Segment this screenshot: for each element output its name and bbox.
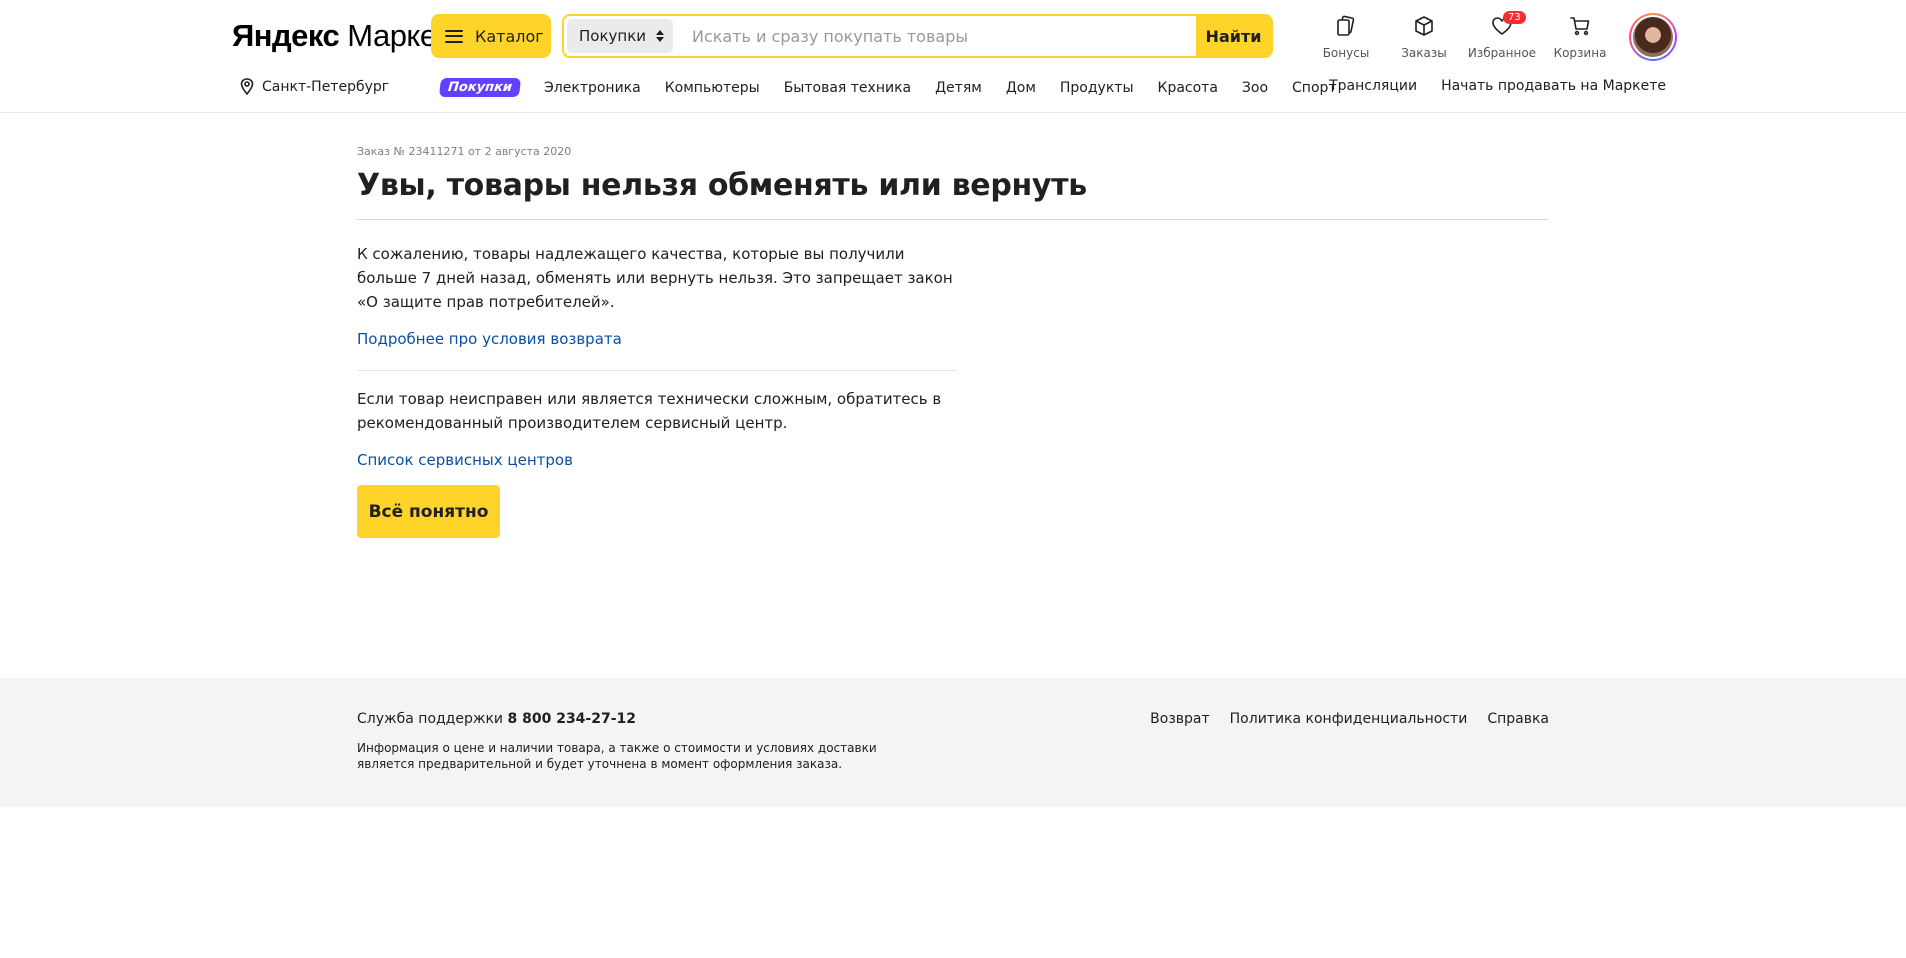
nav-links: Покупки Электроника Компьютеры Бытовая т…	[439, 78, 1361, 97]
search-input[interactable]	[676, 16, 1196, 56]
main-content: Заказ № 23411271 от 2 августа 2020 Увы, …	[357, 145, 1549, 538]
bonus-icon	[1337, 15, 1355, 36]
price-disclaimer: Информация о цене и наличии товара, а та…	[357, 741, 877, 771]
support-label: Служба поддержки	[357, 711, 504, 727]
cart-label: Корзина	[1553, 46, 1607, 60]
search-scope-select[interactable]: Покупки	[567, 19, 673, 53]
footer: Служба поддержки 8 800 234-27-12 Информа…	[0, 678, 1906, 807]
logo-part1: Яндекс	[232, 18, 340, 53]
support-line: Служба поддержки 8 800 234-27-12	[357, 711, 636, 727]
catalog-button[interactable]: Каталог	[431, 14, 551, 58]
divider	[357, 219, 1549, 220]
catalog-label: Каталог	[475, 26, 544, 46]
support-phone[interactable]: 8 800 234-27-12	[507, 711, 636, 727]
nav-item[interactable]: Зоо	[1242, 80, 1268, 96]
footer-link-return[interactable]: Возврат	[1150, 711, 1210, 727]
bonuses-link[interactable]: Бонусы	[1307, 14, 1385, 60]
favorites-link[interactable]: 73 Избранное	[1463, 11, 1541, 60]
cart-icon	[1570, 17, 1590, 36]
return-conditions-link[interactable]: Подробнее про условия возврата	[357, 330, 622, 348]
category-nav: Санкт-Петербург Покупки Электроника Комп…	[0, 78, 1906, 102]
nav-sell-link[interactable]: Начать продавать на Маркете	[1441, 78, 1666, 94]
nav-item[interactable]: Продукты	[1060, 80, 1134, 96]
bonuses-label: Бонусы	[1322, 46, 1370, 60]
city-label: Санкт-Петербург	[262, 78, 390, 95]
user-avatar[interactable]	[1629, 13, 1677, 61]
orders-label: Заказы	[1401, 46, 1447, 60]
nav-broadcasts-link[interactable]: Трансляции	[1329, 78, 1417, 94]
order-meta: Заказ № 23411271 от 2 августа 2020	[357, 145, 572, 158]
favorites-count-badge: 73	[1503, 11, 1526, 24]
nav-item[interactable]: Электроника	[544, 80, 641, 96]
footer-link-privacy[interactable]: Политика конфиденциальности	[1230, 711, 1468, 727]
nav-pill-purchases[interactable]: Покупки	[439, 78, 522, 97]
header: Яндекс Маркет Каталог Покупки Найти Бону…	[0, 0, 1906, 113]
header-icons: Бонусы Заказы 73 Избранное Корзина	[1307, 11, 1619, 60]
divider	[357, 370, 957, 371]
footer-link-help[interactable]: Справка	[1487, 711, 1549, 727]
got-it-button[interactable]: Всё понятно	[357, 485, 500, 538]
nav-item[interactable]: Компьютеры	[665, 80, 760, 96]
return-denied-text: К сожалению, товары надлежащего качества…	[357, 245, 953, 311]
search-bar: Покупки Найти	[562, 14, 1273, 58]
favorites-label: Избранное	[1467, 46, 1537, 60]
box-icon	[1415, 16, 1433, 36]
search-scope-label: Покупки	[579, 27, 647, 45]
location-pin-icon	[240, 78, 254, 95]
service-center-text: Если товар неисправен или является техни…	[357, 390, 942, 432]
nav-item[interactable]: Бытовая техника	[784, 80, 911, 96]
nav-item[interactable]: Детям	[935, 80, 982, 96]
nav-right: Трансляции Начать продавать на Маркете	[1329, 78, 1666, 94]
nav-item[interactable]: Красота	[1158, 80, 1218, 96]
page-title: Увы, товары нельзя обменять или вернуть	[357, 168, 1087, 203]
nav-item[interactable]: Дом	[1006, 80, 1036, 96]
city-selector[interactable]: Санкт-Петербург	[240, 78, 389, 95]
avatar-photo	[1633, 17, 1673, 57]
menu-icon	[445, 29, 463, 43]
footer-links: Возврат Политика конфиденциальности Спра…	[1150, 711, 1549, 727]
search-button[interactable]: Найти	[1196, 16, 1271, 56]
yandex-market-logo[interactable]: Яндекс Маркет	[232, 18, 450, 56]
orders-link[interactable]: Заказы	[1385, 14, 1463, 60]
sort-arrows-icon	[656, 30, 665, 42]
service-centers-link[interactable]: Список сервисных центров	[357, 451, 573, 469]
cart-link[interactable]: Корзина	[1541, 14, 1619, 60]
